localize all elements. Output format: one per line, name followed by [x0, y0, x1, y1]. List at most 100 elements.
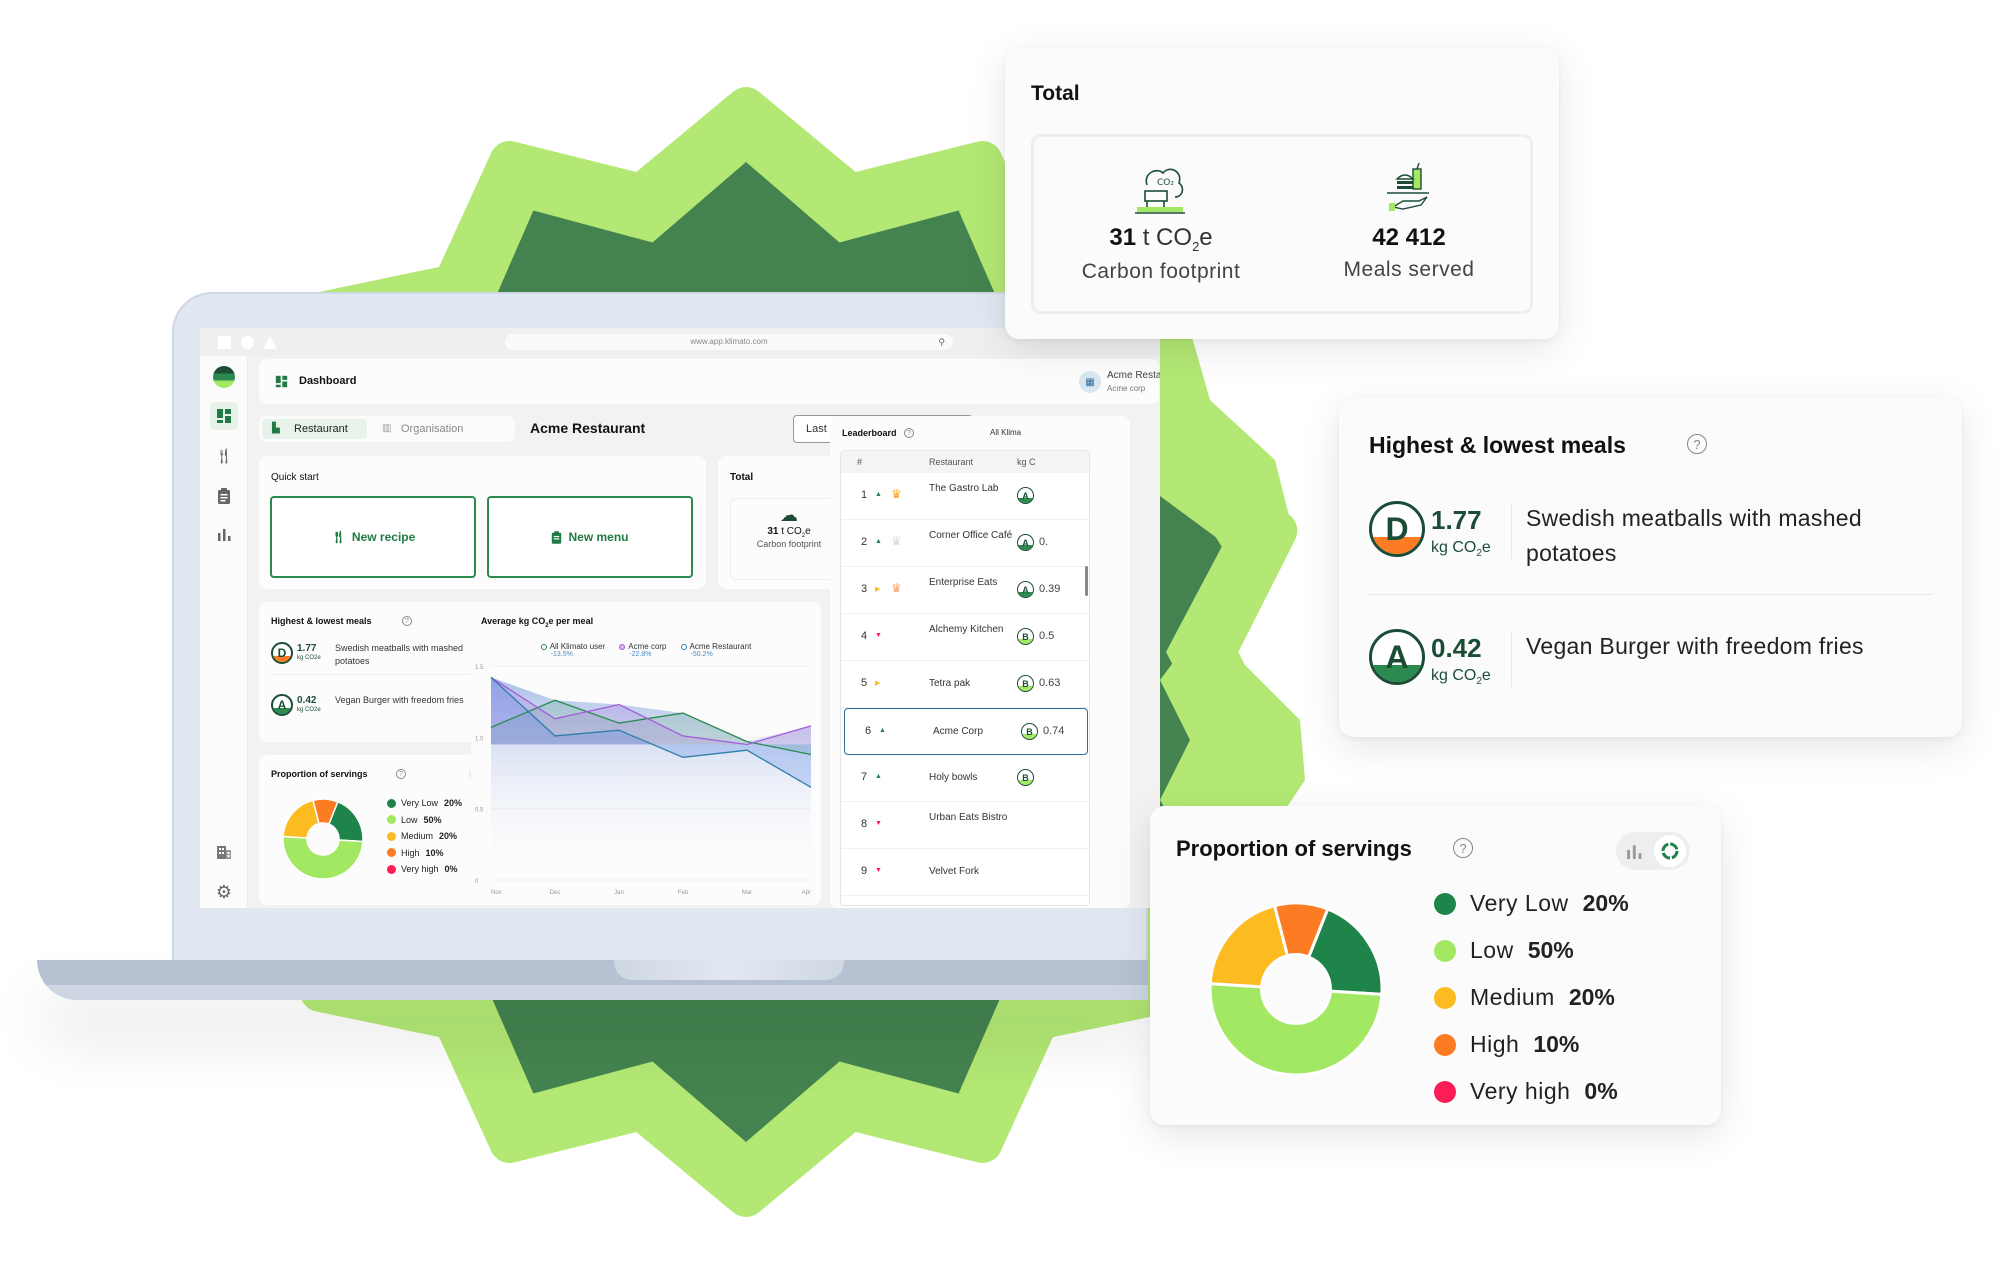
meal-item[interactable]: D 1.77 kg CO2e Swedish meatballs with ma… — [1369, 501, 1929, 566]
help-icon[interactable]: ? — [396, 769, 406, 779]
grade-badge-b: B — [1017, 675, 1034, 692]
legend-label: Very high — [401, 864, 439, 875]
trend-down-icon: ▼ — [875, 632, 882, 639]
quick-start-card: Quick start 🍴︎ New recipe New menu — [259, 456, 706, 589]
grade-badge-a: A — [1369, 629, 1425, 685]
grade-badge-d: D — [271, 642, 293, 664]
table-row[interactable]: 9 ▼ Velvet Fork — [841, 849, 1089, 896]
sidebar-item-dashboard[interactable] — [210, 402, 238, 430]
laptop-base — [37, 960, 1148, 1000]
highest-lowest-card-large: Highest & lowest meals ? D 1.77 kg CO2e … — [1339, 398, 1962, 737]
divider — [1511, 503, 1512, 559]
legend-item[interactable]: Acme corp -22.8% — [619, 642, 667, 658]
y-tick-label: 0.5 — [475, 808, 484, 814]
table-row[interactable]: 3 ▶ ♛ Enterprise Eats A 0.39 — [841, 567, 1089, 614]
average-chart-card: Average kg CO2e per meal All Klimato use… — [471, 602, 821, 905]
rank: 2 — [861, 536, 868, 548]
table-row[interactable]: 1 ▲ ♛ The Gastro Lab A — [841, 473, 1089, 520]
table-header: # Restaurant kg C — [841, 451, 1089, 473]
donut-slice-low[interactable] — [1210, 982, 1382, 1075]
scrollbar[interactable] — [1085, 566, 1088, 596]
dashboard-icon — [275, 375, 288, 388]
klimato-logo[interactable] — [213, 366, 235, 388]
new-recipe-button[interactable]: 🍴︎ New recipe — [270, 496, 476, 578]
donut-slice-medium[interactable] — [1210, 903, 1290, 989]
fork-knife-icon: 🍴︎ — [214, 448, 234, 465]
legend-change: -13.5% — [550, 651, 573, 658]
donut-chart — [283, 799, 363, 879]
sidebar-item-recipes[interactable]: 🍴︎ — [210, 442, 238, 470]
tab-restaurant[interactable]: ▙ Restaurant — [262, 419, 367, 439]
search-icon[interactable]: ⚲ — [938, 334, 945, 350]
sidebar-item-reports[interactable] — [210, 520, 238, 548]
leaderboard-filter[interactable]: All Klima — [990, 428, 1021, 437]
sidebar-item-organisation[interactable] — [210, 838, 238, 866]
legend-item: Very high 0% — [1434, 1068, 1629, 1115]
legend-item[interactable]: Acme Restaurant -50.2% — [680, 642, 751, 658]
meal-name: Vegan Burger with freedom fries — [1526, 633, 1864, 659]
account-switcher[interactable]: ▦ Acme Restau Acme corp — [1079, 367, 1160, 397]
bar-chart-icon[interactable] — [1626, 843, 1642, 859]
legend-item[interactable]: All Klimato user -13.5% — [540, 642, 605, 658]
legend-dot — [619, 643, 626, 650]
trend-down-icon: ▼ — [875, 820, 882, 827]
crown-bronze-icon: ♛ — [891, 581, 902, 595]
table-row[interactable]: 8 ▼ Urban Eats Bistro — [841, 802, 1089, 849]
trend-down-icon: ▼ — [875, 867, 882, 874]
help-icon[interactable]: ? — [402, 616, 412, 626]
legend-value: 50% — [423, 814, 442, 825]
window-triangle-icon[interactable] — [263, 336, 277, 349]
legend-dot — [1434, 892, 1456, 915]
grade-badge-a: A — [1017, 534, 1034, 551]
table-row[interactable]: 6 ▲ Acme Corp B 0.74 — [844, 708, 1088, 755]
window-square-icon[interactable] — [218, 336, 231, 349]
legend-value: 20% — [444, 798, 463, 809]
cow-co2-icon: CO₂ — [1135, 168, 1185, 214]
store-icon: ▦ — [1079, 371, 1101, 393]
col-kg[interactable]: kg C — [1017, 457, 1036, 467]
col-restaurant[interactable]: Restaurant — [929, 457, 973, 467]
divider — [271, 674, 503, 675]
meal-value: 0.42 — [1431, 633, 1482, 663]
donut-chart-toggle[interactable] — [1654, 835, 1686, 867]
help-icon[interactable]: ? — [904, 428, 914, 438]
table-row[interactable]: 7 ▲ Holy bowls B — [841, 755, 1089, 802]
carbon-stat: CO₂ 31 t CO2e Carbon footprint — [1034, 163, 1288, 284]
restaurant-name: Enterprise Eats — [929, 577, 998, 588]
legend-dot — [540, 643, 547, 650]
sidebar-item-menus[interactable] — [210, 482, 238, 510]
help-icon[interactable]: ? — [1453, 838, 1473, 858]
legend-label: Low — [1470, 937, 1514, 963]
donut-chart — [1210, 903, 1382, 1075]
kg-value: 0.63 — [1039, 677, 1061, 689]
url-bar[interactable]: www.app.klimato.com ⚲ — [505, 334, 953, 350]
grade-badge-b: B — [1017, 628, 1034, 645]
total-title: Total — [1031, 82, 1080, 105]
table-row[interactable]: 5 ▶ Tetra pak B 0.63 — [841, 661, 1089, 708]
chart-type-toggle[interactable] — [1616, 832, 1690, 870]
grade-badge-a: A — [1017, 581, 1034, 598]
y-tick-label: 1.5 — [475, 665, 484, 671]
sidebar-item-settings[interactable]: ⚙ — [210, 878, 238, 906]
meal-item[interactable]: A 0.42 kg CO2e Vegan Burger with freedom… — [1369, 629, 1929, 689]
donut-slice-low[interactable] — [283, 835, 363, 879]
crown-gold-icon: ♛ — [891, 487, 902, 501]
tab-organisation[interactable]: ▥ Organisation — [374, 419, 514, 439]
donut-chart-icon — [1661, 842, 1679, 860]
rank: 9 — [861, 865, 868, 877]
help-icon[interactable]: ? — [1687, 434, 1707, 454]
kg-value: 0.74 — [1043, 725, 1065, 737]
restaurant-name: Acme Corp — [933, 726, 984, 737]
donut-slice-medium[interactable] — [283, 799, 320, 839]
legend-change: -22.8% — [629, 651, 652, 658]
new-menu-button[interactable]: New menu — [487, 496, 693, 578]
legend-dot — [387, 831, 396, 841]
sidebar: 🍴︎ ⚙ — [200, 356, 248, 908]
donut-legend: Very Low 20% Low 50% Medium 20% High 10% Very hi… — [1434, 880, 1629, 1115]
legend-item: Low 50% — [387, 812, 462, 829]
rank: 8 — [861, 818, 868, 830]
legend-value: 20% — [1582, 890, 1629, 916]
window-circle-icon[interactable] — [241, 336, 254, 349]
table-row[interactable]: 4 ▼ Alchemy Kitchen B 0.5 — [841, 614, 1089, 661]
table-row[interactable]: 2 ▲ ♛ Corner Office Café A 0. — [841, 520, 1089, 567]
